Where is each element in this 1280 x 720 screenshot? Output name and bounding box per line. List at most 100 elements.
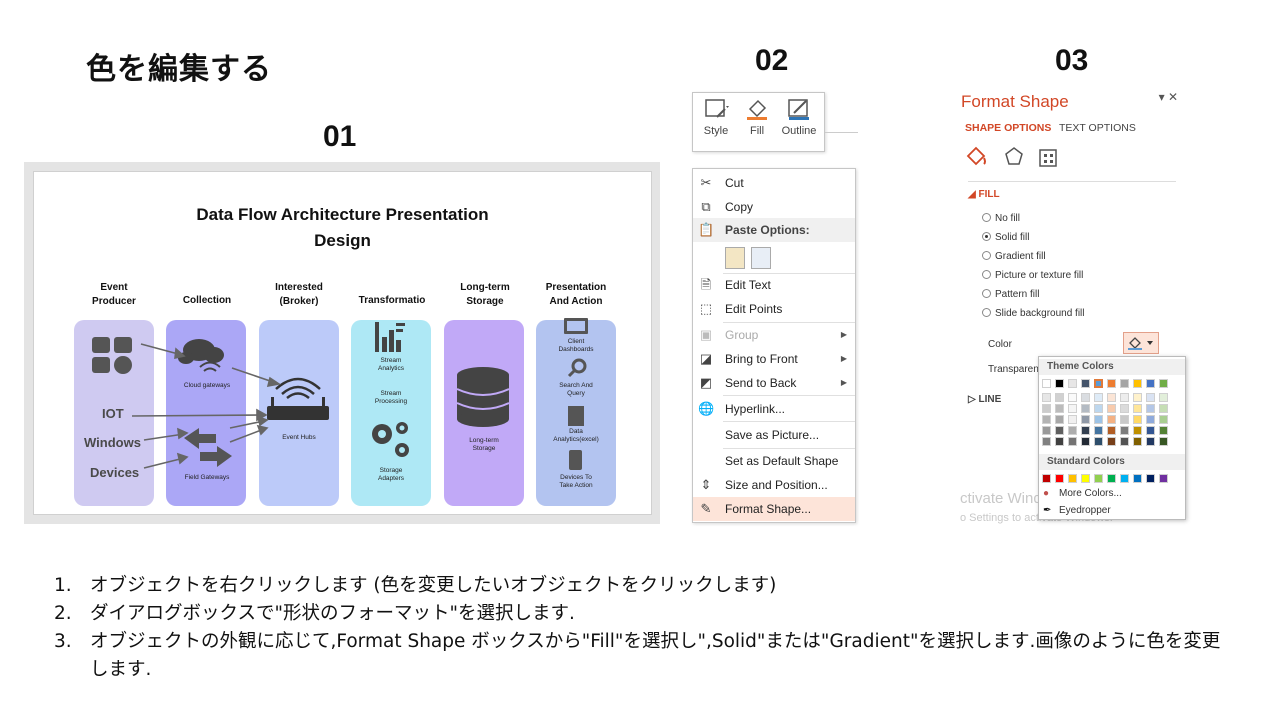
theme-shade-swatch[interactable] — [1146, 404, 1155, 413]
theme-shade-swatch[interactable] — [1120, 404, 1129, 413]
theme-shade-swatch[interactable] — [1159, 415, 1168, 424]
theme-color-swatch[interactable] — [1146, 379, 1155, 388]
theme-shade-swatch[interactable] — [1133, 393, 1142, 402]
theme-shade-swatch[interactable] — [1107, 393, 1116, 402]
theme-color-swatch[interactable] — [1159, 379, 1168, 388]
menu-item-send-to-back[interactable]: ◩ Send to Back ▶ — [693, 371, 855, 395]
radio-slide-background-fill[interactable]: Slide background fill — [982, 307, 1085, 321]
theme-color-swatch[interactable] — [1042, 379, 1051, 388]
menu-item-bring-to-front[interactable]: ◪ Bring to Front ▶ — [693, 347, 855, 371]
theme-shade-swatch[interactable] — [1107, 426, 1116, 435]
theme-shade-swatch[interactable] — [1146, 426, 1155, 435]
theme-shade-swatch[interactable] — [1081, 393, 1090, 402]
eyedropper-item[interactable]: Eyedropper — [1059, 505, 1111, 516]
theme-color-swatch[interactable] — [1055, 379, 1064, 388]
theme-shade-swatch[interactable] — [1055, 415, 1064, 424]
theme-shade-swatch[interactable] — [1055, 393, 1064, 402]
paste-picture-icon[interactable] — [751, 247, 771, 269]
theme-shade-swatch[interactable] — [1120, 426, 1129, 435]
theme-shade-swatch[interactable] — [1120, 437, 1129, 446]
standard-color-swatch[interactable] — [1146, 474, 1155, 483]
menu-item-size-position[interactable]: ⇕ Size and Position... — [693, 473, 855, 497]
radio-no-fill[interactable]: No fill — [982, 212, 1020, 226]
outline-button[interactable]: Outline — [779, 97, 819, 149]
theme-color-swatch[interactable] — [1068, 379, 1077, 388]
theme-color-swatch[interactable] — [1120, 379, 1129, 388]
theme-shade-swatch[interactable] — [1159, 393, 1168, 402]
menu-item-edit-text[interactable]: 🗎 Edit Text — [693, 273, 855, 297]
theme-shade-swatch[interactable] — [1055, 437, 1064, 446]
more-colors-item[interactable]: More Colors... — [1059, 488, 1122, 499]
theme-shade-swatch[interactable] — [1081, 437, 1090, 446]
standard-color-swatch[interactable] — [1055, 474, 1064, 483]
theme-shade-swatch[interactable] — [1068, 404, 1077, 413]
theme-shade-swatch[interactable] — [1068, 426, 1077, 435]
menu-item-group[interactable]: ▣ Group ▶ — [693, 323, 855, 347]
standard-color-swatch[interactable] — [1068, 474, 1077, 483]
fill-section-header[interactable]: ◢ FILL — [968, 189, 1000, 200]
theme-shade-swatch[interactable] — [1055, 404, 1064, 413]
theme-shade-swatch[interactable] — [1042, 415, 1051, 424]
theme-shade-swatch[interactable] — [1094, 404, 1103, 413]
theme-color-swatch[interactable] — [1107, 379, 1116, 388]
menu-item-hyperlink[interactable]: 🌐 Hyperlink... — [693, 397, 855, 421]
menu-item-format-shape[interactable]: ✎ Format Shape... — [693, 497, 855, 521]
theme-shade-swatch[interactable] — [1094, 437, 1103, 446]
style-button[interactable]: Style — [696, 97, 736, 149]
tab-text-options[interactable]: TEXT OPTIONS — [1059, 122, 1136, 134]
theme-shade-swatch[interactable] — [1159, 437, 1168, 446]
theme-shade-swatch[interactable] — [1042, 426, 1051, 435]
theme-shade-swatch[interactable] — [1159, 426, 1168, 435]
theme-shade-swatch[interactable] — [1055, 426, 1064, 435]
theme-shade-swatch[interactable] — [1042, 404, 1051, 413]
architecture-slide[interactable]: Data Flow Architecture Presentation Desi… — [33, 171, 652, 515]
standard-color-swatch[interactable] — [1159, 474, 1168, 483]
radio-gradient-fill[interactable]: Gradient fill — [982, 250, 1046, 264]
theme-shade-swatch[interactable] — [1042, 437, 1051, 446]
standard-color-swatch[interactable] — [1042, 474, 1051, 483]
theme-shade-swatch[interactable] — [1081, 415, 1090, 424]
menu-item-save-as-picture[interactable]: Save as Picture... — [693, 423, 855, 447]
standard-color-swatch[interactable] — [1133, 474, 1142, 483]
radio-pattern-fill[interactable]: Pattern fill — [982, 288, 1039, 302]
theme-shade-swatch[interactable] — [1133, 404, 1142, 413]
theme-shade-swatch[interactable] — [1068, 437, 1077, 446]
menu-item-edit-points[interactable]: ⬚ Edit Points — [693, 297, 855, 321]
theme-shade-swatch[interactable] — [1094, 393, 1103, 402]
theme-shade-swatch[interactable] — [1042, 393, 1051, 402]
theme-shade-swatch[interactable] — [1094, 426, 1103, 435]
theme-shade-swatch[interactable] — [1107, 415, 1116, 424]
theme-shade-swatch[interactable] — [1068, 393, 1077, 402]
theme-shade-swatch[interactable] — [1107, 404, 1116, 413]
theme-shade-swatch[interactable] — [1159, 404, 1168, 413]
standard-color-swatch[interactable] — [1107, 474, 1116, 483]
theme-shade-swatch[interactable] — [1133, 437, 1142, 446]
theme-color-swatch[interactable] — [1081, 379, 1090, 388]
theme-shade-swatch[interactable] — [1120, 393, 1129, 402]
theme-shade-swatch[interactable] — [1081, 426, 1090, 435]
theme-shade-swatch[interactable] — [1133, 415, 1142, 424]
menu-item-cut[interactable]: ✂ Cut — [693, 171, 855, 195]
color-picker-button[interactable] — [1123, 332, 1159, 354]
theme-shade-swatch[interactable] — [1107, 437, 1116, 446]
standard-color-swatch[interactable] — [1081, 474, 1090, 483]
theme-shade-swatch[interactable] — [1146, 393, 1155, 402]
pane-close-button[interactable]: ▾ ✕ — [1159, 90, 1178, 104]
paste-keep-format-icon[interactable] — [725, 247, 745, 269]
standard-color-swatch[interactable] — [1094, 474, 1103, 483]
theme-color-swatch[interactable] — [1133, 379, 1142, 388]
line-section-header[interactable]: ▷ LINE — [968, 394, 1001, 405]
theme-shade-swatch[interactable] — [1146, 437, 1155, 446]
theme-shade-swatch[interactable] — [1146, 415, 1155, 424]
radio-solid-fill[interactable]: Solid fill — [982, 231, 1029, 245]
menu-item-copy[interactable]: ⧉ Copy — [693, 195, 855, 219]
theme-shade-swatch[interactable] — [1120, 415, 1129, 424]
theme-color-swatch[interactable] — [1094, 379, 1103, 388]
standard-color-swatch[interactable] — [1120, 474, 1129, 483]
theme-shade-swatch[interactable] — [1133, 426, 1142, 435]
tab-shape-options[interactable]: SHAPE OPTIONS — [965, 122, 1051, 134]
fill-button[interactable]: Fill — [737, 97, 777, 149]
menu-item-set-default-shape[interactable]: Set as Default Shape — [693, 449, 855, 473]
theme-shade-swatch[interactable] — [1081, 404, 1090, 413]
theme-shade-swatch[interactable] — [1068, 415, 1077, 424]
